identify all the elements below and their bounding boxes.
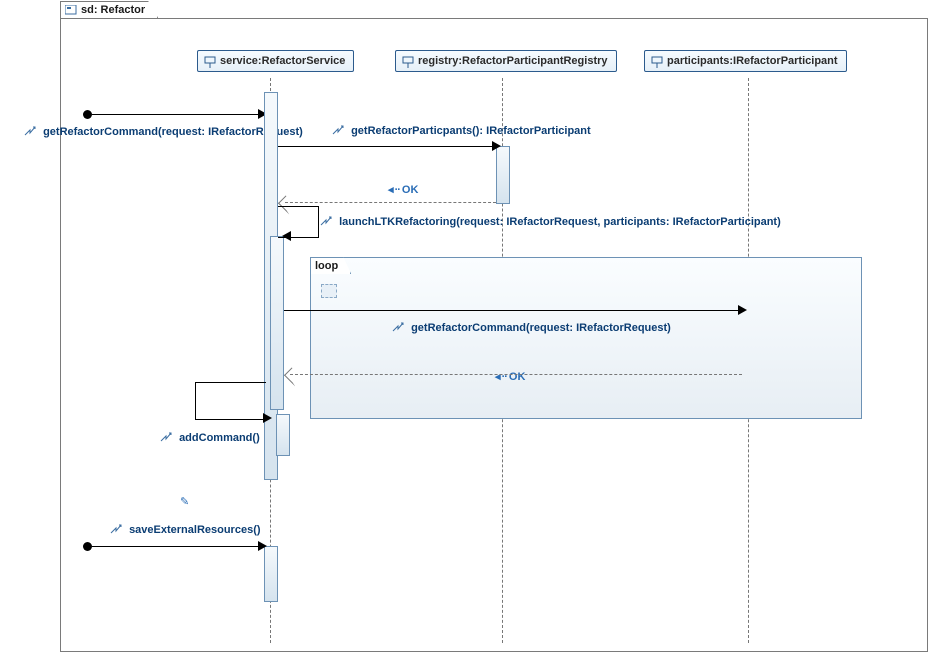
- lifeline-icon: [651, 56, 663, 68]
- activation-service-nested: [270, 236, 284, 410]
- found-message-origin-2: [83, 542, 92, 551]
- found-message-origin: [83, 110, 92, 119]
- message-icon: [24, 126, 36, 137]
- loop-fragment[interactable]: loop: [310, 257, 862, 419]
- sequence-diagram-canvas: sd: Refactor service:RefactorService reg…: [0, 0, 937, 671]
- msg-label-add-command: addCommand(): [160, 432, 260, 444]
- msg-label-get-participants: getRefactorParticpants(): IRefactorParti…: [332, 125, 591, 137]
- lifeline-participants[interactable]: participants:IRefactorParticipant: [644, 50, 847, 72]
- frame-title: sd: Refactor: [81, 4, 145, 16]
- return-ok1[interactable]: [285, 202, 496, 203]
- message-icon: [160, 432, 172, 443]
- arrowhead: [282, 231, 291, 241]
- return-label-ok2: ◂ ··OK: [495, 370, 525, 383]
- msg-label-get-refactor-command: getRefactorCommand(request: IRefactorReq…: [24, 126, 303, 138]
- guard-placeholder: [321, 284, 337, 298]
- arrowhead: [492, 141, 501, 151]
- msg-label-save-external: saveExternalResources(): [110, 524, 261, 536]
- message-icon: [392, 322, 404, 333]
- arrowhead: [258, 541, 267, 551]
- msg-save-external[interactable]: [92, 546, 260, 547]
- frame-tab: sd: Refactor: [60, 1, 158, 18]
- message-icon: [110, 524, 122, 535]
- lifeline-icon: [204, 56, 216, 68]
- loop-label: loop: [315, 260, 338, 272]
- arrowhead: [263, 413, 272, 423]
- return-ok2[interactable]: [290, 374, 742, 375]
- lifeline-service[interactable]: service:RefactorService: [197, 50, 354, 72]
- loop-tab: loop: [310, 257, 351, 274]
- self-return-nested[interactable]: [195, 382, 266, 420]
- msg-get-command-loop[interactable]: [284, 310, 740, 311]
- sd-icon: [65, 5, 77, 15]
- activation-service-save: [264, 546, 278, 602]
- arrowhead: [738, 305, 747, 315]
- activation-registry: [496, 146, 510, 204]
- msg-get-participants[interactable]: [278, 146, 494, 147]
- return-label-ok1: ◂ ··OK: [388, 183, 418, 196]
- activation-service-add: [276, 414, 290, 456]
- message-icon: [332, 125, 344, 136]
- msg-label-get-command-loop: getRefactorCommand(request: IRefactorReq…: [392, 322, 671, 334]
- message-icon: [320, 216, 332, 227]
- property-icon: ✎: [180, 495, 189, 508]
- msg-label-launch-ltk: launchLTKRefactoring(request: IRefactorR…: [320, 216, 781, 228]
- lifeline-icon: [402, 56, 414, 68]
- lifeline-registry[interactable]: registry:RefactorParticipantRegistry: [395, 50, 617, 72]
- msg-get-refactor-command[interactable]: [92, 114, 260, 115]
